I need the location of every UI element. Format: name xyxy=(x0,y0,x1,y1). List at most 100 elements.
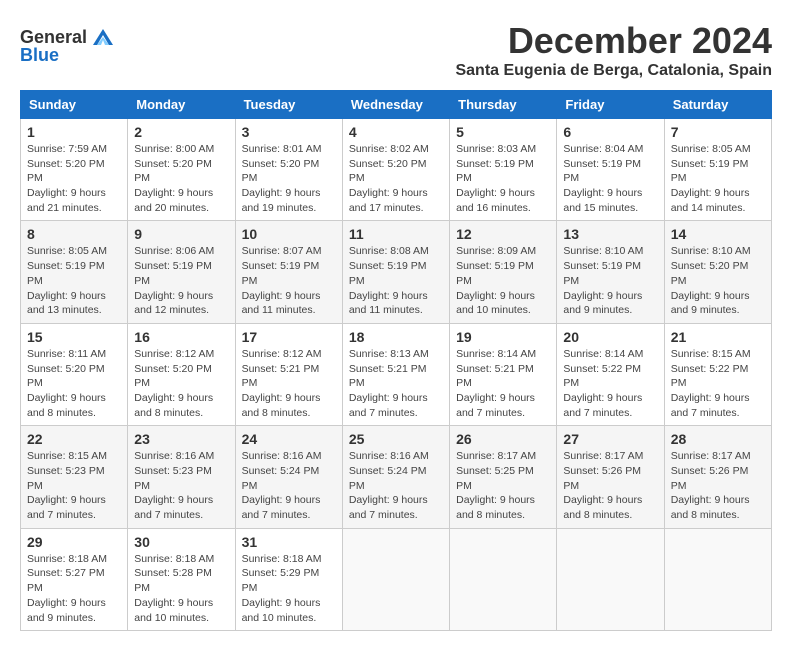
day-number: 23 xyxy=(134,431,228,447)
day-number: 25 xyxy=(349,431,443,447)
day-info: Sunrise: 8:17 AMSunset: 5:25 PM PMDaylig… xyxy=(456,449,550,522)
logo: General Blue xyxy=(20,25,117,66)
month-title: December 2024 xyxy=(455,20,772,62)
calendar-day-2: 2 Sunrise: 8:00 AMSunset: 5:20 PM PMDayl… xyxy=(128,119,235,221)
title-area: December 2024 Santa Eugenia de Berga, Ca… xyxy=(455,20,772,80)
day-number: 5 xyxy=(456,124,550,140)
calendar-empty xyxy=(450,528,557,630)
calendar-day-8: 8 Sunrise: 8:05 AMSunset: 5:19 PM PMDayl… xyxy=(21,221,128,323)
calendar-empty xyxy=(664,528,771,630)
day-info: Sunrise: 8:04 AMSunset: 5:19 PM PMDaylig… xyxy=(563,142,657,215)
day-number: 13 xyxy=(563,226,657,242)
calendar-day-13: 13 Sunrise: 8:10 AMSunset: 5:19 PM PMDay… xyxy=(557,221,664,323)
calendar-day-25: 25 Sunrise: 8:16 AMSunset: 5:24 PM PMDay… xyxy=(342,426,449,528)
day-number: 4 xyxy=(349,124,443,140)
page-header: General Blue December 2024 Santa Eugenia… xyxy=(20,20,772,80)
header-friday: Friday xyxy=(557,91,664,119)
day-info: Sunrise: 8:17 AMSunset: 5:26 PM PMDaylig… xyxy=(671,449,765,522)
day-info: Sunrise: 8:18 AMSunset: 5:28 PM PMDaylig… xyxy=(134,552,228,625)
day-info: Sunrise: 8:05 AMSunset: 5:19 PM PMDaylig… xyxy=(671,142,765,215)
calendar-week-1: 1 Sunrise: 7:59 AMSunset: 5:20 PM PMDayl… xyxy=(21,119,772,221)
calendar-day-10: 10 Sunrise: 8:07 AMSunset: 5:19 PM PMDay… xyxy=(235,221,342,323)
calendar-day-5: 5 Sunrise: 8:03 AMSunset: 5:19 PM PMDayl… xyxy=(450,119,557,221)
day-info: Sunrise: 8:14 AMSunset: 5:21 PM PMDaylig… xyxy=(456,347,550,420)
calendar-empty xyxy=(342,528,449,630)
day-number: 31 xyxy=(242,534,336,550)
day-info: Sunrise: 8:11 AMSunset: 5:20 PM PMDaylig… xyxy=(27,347,121,420)
header-monday: Monday xyxy=(128,91,235,119)
day-info: Sunrise: 8:18 AMSunset: 5:29 PM PMDaylig… xyxy=(242,552,336,625)
location-title: Santa Eugenia de Berga, Catalonia, Spain xyxy=(455,62,772,80)
weekday-header-row: Sunday Monday Tuesday Wednesday Thursday… xyxy=(21,91,772,119)
day-number: 3 xyxy=(242,124,336,140)
calendar-empty xyxy=(557,528,664,630)
day-info: Sunrise: 8:10 AMSunset: 5:19 PM PMDaylig… xyxy=(563,244,657,317)
calendar-day-27: 27 Sunrise: 8:17 AMSunset: 5:26 PM PMDay… xyxy=(557,426,664,528)
day-number: 17 xyxy=(242,329,336,345)
day-info: Sunrise: 8:03 AMSunset: 5:19 PM PMDaylig… xyxy=(456,142,550,215)
calendar-day-7: 7 Sunrise: 8:05 AMSunset: 5:19 PM PMDayl… xyxy=(664,119,771,221)
calendar-day-30: 30 Sunrise: 8:18 AMSunset: 5:28 PM PMDay… xyxy=(128,528,235,630)
calendar-day-19: 19 Sunrise: 8:14 AMSunset: 5:21 PM PMDay… xyxy=(450,323,557,425)
calendar-table: Sunday Monday Tuesday Wednesday Thursday… xyxy=(20,90,772,631)
calendar-day-22: 22 Sunrise: 8:15 AMSunset: 5:23 PM PMDay… xyxy=(21,426,128,528)
day-info: Sunrise: 8:16 AMSunset: 5:24 PM PMDaylig… xyxy=(349,449,443,522)
day-info: Sunrise: 8:17 AMSunset: 5:26 PM PMDaylig… xyxy=(563,449,657,522)
logo-blue-text: Blue xyxy=(20,45,117,66)
calendar-day-17: 17 Sunrise: 8:12 AMSunset: 5:21 PM PMDay… xyxy=(235,323,342,425)
calendar-day-21: 21 Sunrise: 8:15 AMSunset: 5:22 PM PMDay… xyxy=(664,323,771,425)
day-info: Sunrise: 8:06 AMSunset: 5:19 PM PMDaylig… xyxy=(134,244,228,317)
day-number: 21 xyxy=(671,329,765,345)
day-number: 30 xyxy=(134,534,228,550)
calendar-week-2: 8 Sunrise: 8:05 AMSunset: 5:19 PM PMDayl… xyxy=(21,221,772,323)
day-number: 6 xyxy=(563,124,657,140)
calendar-week-3: 15 Sunrise: 8:11 AMSunset: 5:20 PM PMDay… xyxy=(21,323,772,425)
day-number: 19 xyxy=(456,329,550,345)
day-info: Sunrise: 8:16 AMSunset: 5:24 PM PMDaylig… xyxy=(242,449,336,522)
day-number: 15 xyxy=(27,329,121,345)
day-number: 7 xyxy=(671,124,765,140)
header-wednesday: Wednesday xyxy=(342,91,449,119)
calendar-day-24: 24 Sunrise: 8:16 AMSunset: 5:24 PM PMDay… xyxy=(235,426,342,528)
calendar-day-6: 6 Sunrise: 8:04 AMSunset: 5:19 PM PMDayl… xyxy=(557,119,664,221)
calendar-day-9: 9 Sunrise: 8:06 AMSunset: 5:19 PM PMDayl… xyxy=(128,221,235,323)
day-number: 12 xyxy=(456,226,550,242)
day-info: Sunrise: 8:01 AMSunset: 5:20 PM PMDaylig… xyxy=(242,142,336,215)
calendar-day-18: 18 Sunrise: 8:13 AMSunset: 5:21 PM PMDay… xyxy=(342,323,449,425)
header-thursday: Thursday xyxy=(450,91,557,119)
calendar-day-16: 16 Sunrise: 8:12 AMSunset: 5:20 PM PMDay… xyxy=(128,323,235,425)
day-info: Sunrise: 8:16 AMSunset: 5:23 PM PMDaylig… xyxy=(134,449,228,522)
day-number: 27 xyxy=(563,431,657,447)
calendar-week-4: 22 Sunrise: 8:15 AMSunset: 5:23 PM PMDay… xyxy=(21,426,772,528)
day-info: Sunrise: 8:07 AMSunset: 5:19 PM PMDaylig… xyxy=(242,244,336,317)
day-info: Sunrise: 8:00 AMSunset: 5:20 PM PMDaylig… xyxy=(134,142,228,215)
calendar-day-3: 3 Sunrise: 8:01 AMSunset: 5:20 PM PMDayl… xyxy=(235,119,342,221)
calendar-day-31: 31 Sunrise: 8:18 AMSunset: 5:29 PM PMDay… xyxy=(235,528,342,630)
header-tuesday: Tuesday xyxy=(235,91,342,119)
day-info: Sunrise: 8:12 AMSunset: 5:20 PM PMDaylig… xyxy=(134,347,228,420)
calendar-day-11: 11 Sunrise: 8:08 AMSunset: 5:19 PM PMDay… xyxy=(342,221,449,323)
day-info: Sunrise: 8:15 AMSunset: 5:23 PM PMDaylig… xyxy=(27,449,121,522)
calendar-day-15: 15 Sunrise: 8:11 AMSunset: 5:20 PM PMDay… xyxy=(21,323,128,425)
day-number: 18 xyxy=(349,329,443,345)
day-number: 29 xyxy=(27,534,121,550)
day-number: 2 xyxy=(134,124,228,140)
calendar-day-28: 28 Sunrise: 8:17 AMSunset: 5:26 PM PMDay… xyxy=(664,426,771,528)
day-number: 28 xyxy=(671,431,765,447)
day-info: Sunrise: 8:09 AMSunset: 5:19 PM PMDaylig… xyxy=(456,244,550,317)
day-info: Sunrise: 7:59 AMSunset: 5:20 PM PMDaylig… xyxy=(27,142,121,215)
day-info: Sunrise: 8:18 AMSunset: 5:27 PM PMDaylig… xyxy=(27,552,121,625)
calendar-week-5: 29 Sunrise: 8:18 AMSunset: 5:27 PM PMDay… xyxy=(21,528,772,630)
calendar-day-4: 4 Sunrise: 8:02 AMSunset: 5:20 PM PMDayl… xyxy=(342,119,449,221)
day-number: 8 xyxy=(27,226,121,242)
day-number: 26 xyxy=(456,431,550,447)
day-info: Sunrise: 8:13 AMSunset: 5:21 PM PMDaylig… xyxy=(349,347,443,420)
day-info: Sunrise: 8:10 AMSunset: 5:20 PM PMDaylig… xyxy=(671,244,765,317)
header-saturday: Saturday xyxy=(664,91,771,119)
header-sunday: Sunday xyxy=(21,91,128,119)
day-number: 9 xyxy=(134,226,228,242)
day-info: Sunrise: 8:05 AMSunset: 5:19 PM PMDaylig… xyxy=(27,244,121,317)
calendar-day-29: 29 Sunrise: 8:18 AMSunset: 5:27 PM PMDay… xyxy=(21,528,128,630)
calendar-day-20: 20 Sunrise: 8:14 AMSunset: 5:22 PM PMDay… xyxy=(557,323,664,425)
day-number: 22 xyxy=(27,431,121,447)
